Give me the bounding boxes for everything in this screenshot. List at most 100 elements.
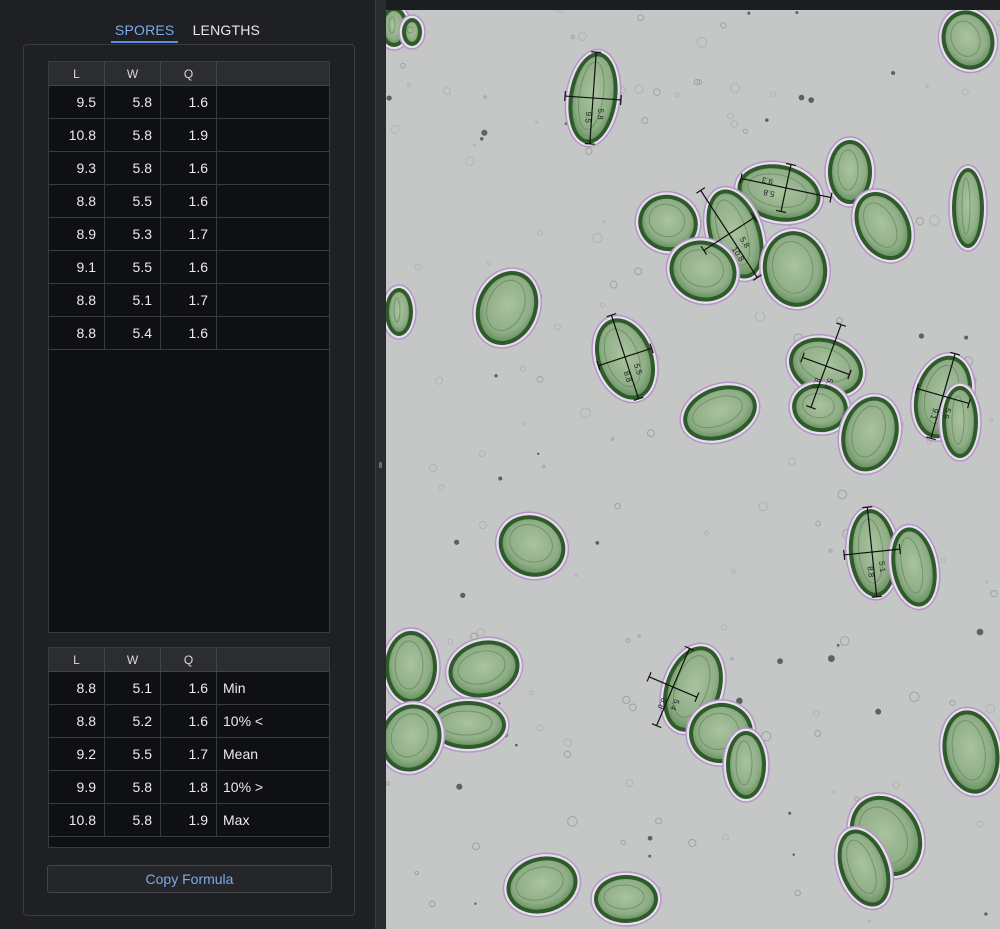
dark-particle (765, 118, 769, 122)
spore-row[interactable]: 10.8 5.8 1.9 (49, 118, 329, 152)
cell-label (216, 85, 329, 119)
cell-ratio: 1.9 (160, 803, 217, 837)
cell-label: Max (216, 803, 329, 837)
column-header-ratio: Q (160, 648, 217, 672)
spore (398, 14, 426, 50)
cell-label: Mean (216, 737, 329, 771)
cell-width: 5.1 (104, 671, 161, 705)
dark-particle (984, 912, 988, 916)
cell-ratio: 1.7 (160, 217, 217, 251)
cell-ratio: 1.7 (160, 737, 217, 771)
dark-particle (795, 11, 799, 15)
column-header-length[interactable]: L (49, 62, 105, 86)
divider-grip-handle[interactable] (379, 462, 382, 468)
dark-particle (798, 94, 805, 101)
dark-particle (964, 335, 969, 340)
cell-label (216, 118, 329, 152)
copy-formula-button[interactable]: Copy Formula (47, 865, 332, 893)
dark-particle (386, 95, 392, 101)
dark-particle (836, 643, 840, 647)
cell-label (216, 283, 329, 317)
dark-particle (453, 539, 460, 545)
dark-particle (494, 374, 498, 378)
dark-particle (808, 97, 815, 103)
cell-length: 9.9 (49, 770, 105, 804)
cell-length: 8.8 (49, 283, 105, 317)
table-header-row: L W Q (49, 648, 329, 672)
dark-particle (498, 702, 501, 705)
cell-length: 8.9 (49, 217, 105, 251)
dark-particle (918, 333, 925, 339)
spore-measurements-table[interactable]: L W Q 9.5 5.8 1.6 10.8 5.8 1.9 9.3 5.8 1.6 8.8 5.5… (48, 61, 330, 633)
dark-particle (474, 902, 477, 905)
cell-width: 5.2 (104, 704, 161, 738)
column-header-width[interactable]: W (104, 62, 161, 86)
cell-length: 10.8 (49, 803, 105, 837)
dark-particle (481, 129, 488, 136)
statistic-row: 8.8 5.2 1.6 10% < (49, 704, 329, 738)
dark-particle (456, 783, 463, 790)
dark-particle (875, 708, 882, 715)
spore-row[interactable]: 9.5 5.8 1.6 (49, 85, 329, 119)
image-background (386, 10, 1000, 929)
cell-ratio: 1.6 (160, 184, 217, 218)
spore-row[interactable]: 8.9 5.3 1.7 (49, 217, 329, 251)
tab-lengths[interactable]: LENGTHS (189, 22, 265, 41)
cell-length: 9.3 (49, 151, 105, 185)
cell-length: 9.5 (49, 85, 105, 119)
table-header-row: L W Q (49, 62, 329, 86)
split-view-divider[interactable] (375, 0, 386, 929)
left-panel: SPORES LENGTHS L W Q 9.5 5.8 1.6 10.8 5.8 1.9… (0, 0, 375, 929)
cell-ratio: 1.6 (160, 250, 217, 284)
spore (948, 164, 988, 252)
dark-particle (792, 853, 795, 856)
microscope-image[interactable]: 9.5 5.8 10.8 5.8 9.3 5.8 8.8 5.5 8.9 5.3 9.1 5.5 8.8… (386, 10, 1000, 929)
cell-length: 9.2 (49, 737, 105, 771)
cell-width: 5.8 (104, 151, 161, 185)
dark-particle (460, 592, 466, 599)
spore (590, 871, 662, 927)
spore (386, 627, 441, 707)
dark-particle (648, 854, 652, 858)
cell-width: 5.8 (104, 803, 161, 837)
cell-label (216, 250, 329, 284)
statistic-row: 10.8 5.8 1.9 Max (49, 803, 329, 837)
spore (386, 284, 417, 340)
cell-ratio: 1.6 (160, 316, 217, 350)
endpoint-tick[interactable] (619, 94, 622, 105)
spore-row[interactable]: 8.8 5.5 1.6 (49, 184, 329, 218)
spore-row[interactable]: 8.8 5.4 1.6 (49, 316, 329, 350)
dark-particle (827, 655, 835, 662)
cell-width: 5.8 (104, 118, 161, 152)
cell-width: 5.4 (104, 316, 161, 350)
statistic-row: 9.2 5.5 1.7 Mean (49, 737, 329, 771)
cell-width: 5.5 (104, 250, 161, 284)
column-header-length: L (49, 648, 105, 672)
dark-particle (480, 137, 484, 141)
cell-ratio: 1.8 (160, 770, 217, 804)
statistic-row: 9.9 5.8 1.8 10% > (49, 770, 329, 804)
statistic-row: 8.8 5.1 1.6 Min (49, 671, 329, 705)
width-label: 5.1 (877, 561, 887, 574)
cell-length: 8.8 (49, 316, 105, 350)
dark-particle (647, 835, 653, 841)
width-label: 5.8 (595, 108, 605, 120)
endpoint-tick[interactable] (584, 142, 595, 145)
tab-spores[interactable]: SPORES (110, 22, 179, 43)
dark-particle (498, 476, 503, 481)
endpoint-tick[interactable] (564, 91, 567, 102)
dark-particle (747, 11, 751, 15)
endpoint-tick[interactable] (591, 51, 602, 54)
cell-width: 5.5 (104, 184, 161, 218)
statistics-table: L W Q 8.8 5.1 1.6 Min 8.8 5.2 1.6 10% <9.2 5.5 1.… (48, 647, 330, 848)
spore-row[interactable]: 9.1 5.5 1.6 (49, 250, 329, 284)
cell-label: Min (216, 671, 329, 705)
dark-particle (515, 743, 518, 747)
spore-row[interactable]: 8.8 5.1 1.7 (49, 283, 329, 317)
spore-row[interactable]: 9.3 5.8 1.6 (49, 151, 329, 185)
cell-label (216, 151, 329, 185)
column-header-ratio[interactable]: Q (160, 62, 217, 86)
cell-length: 8.8 (49, 704, 105, 738)
cell-length: 8.8 (49, 184, 105, 218)
cell-width: 5.5 (104, 737, 161, 771)
